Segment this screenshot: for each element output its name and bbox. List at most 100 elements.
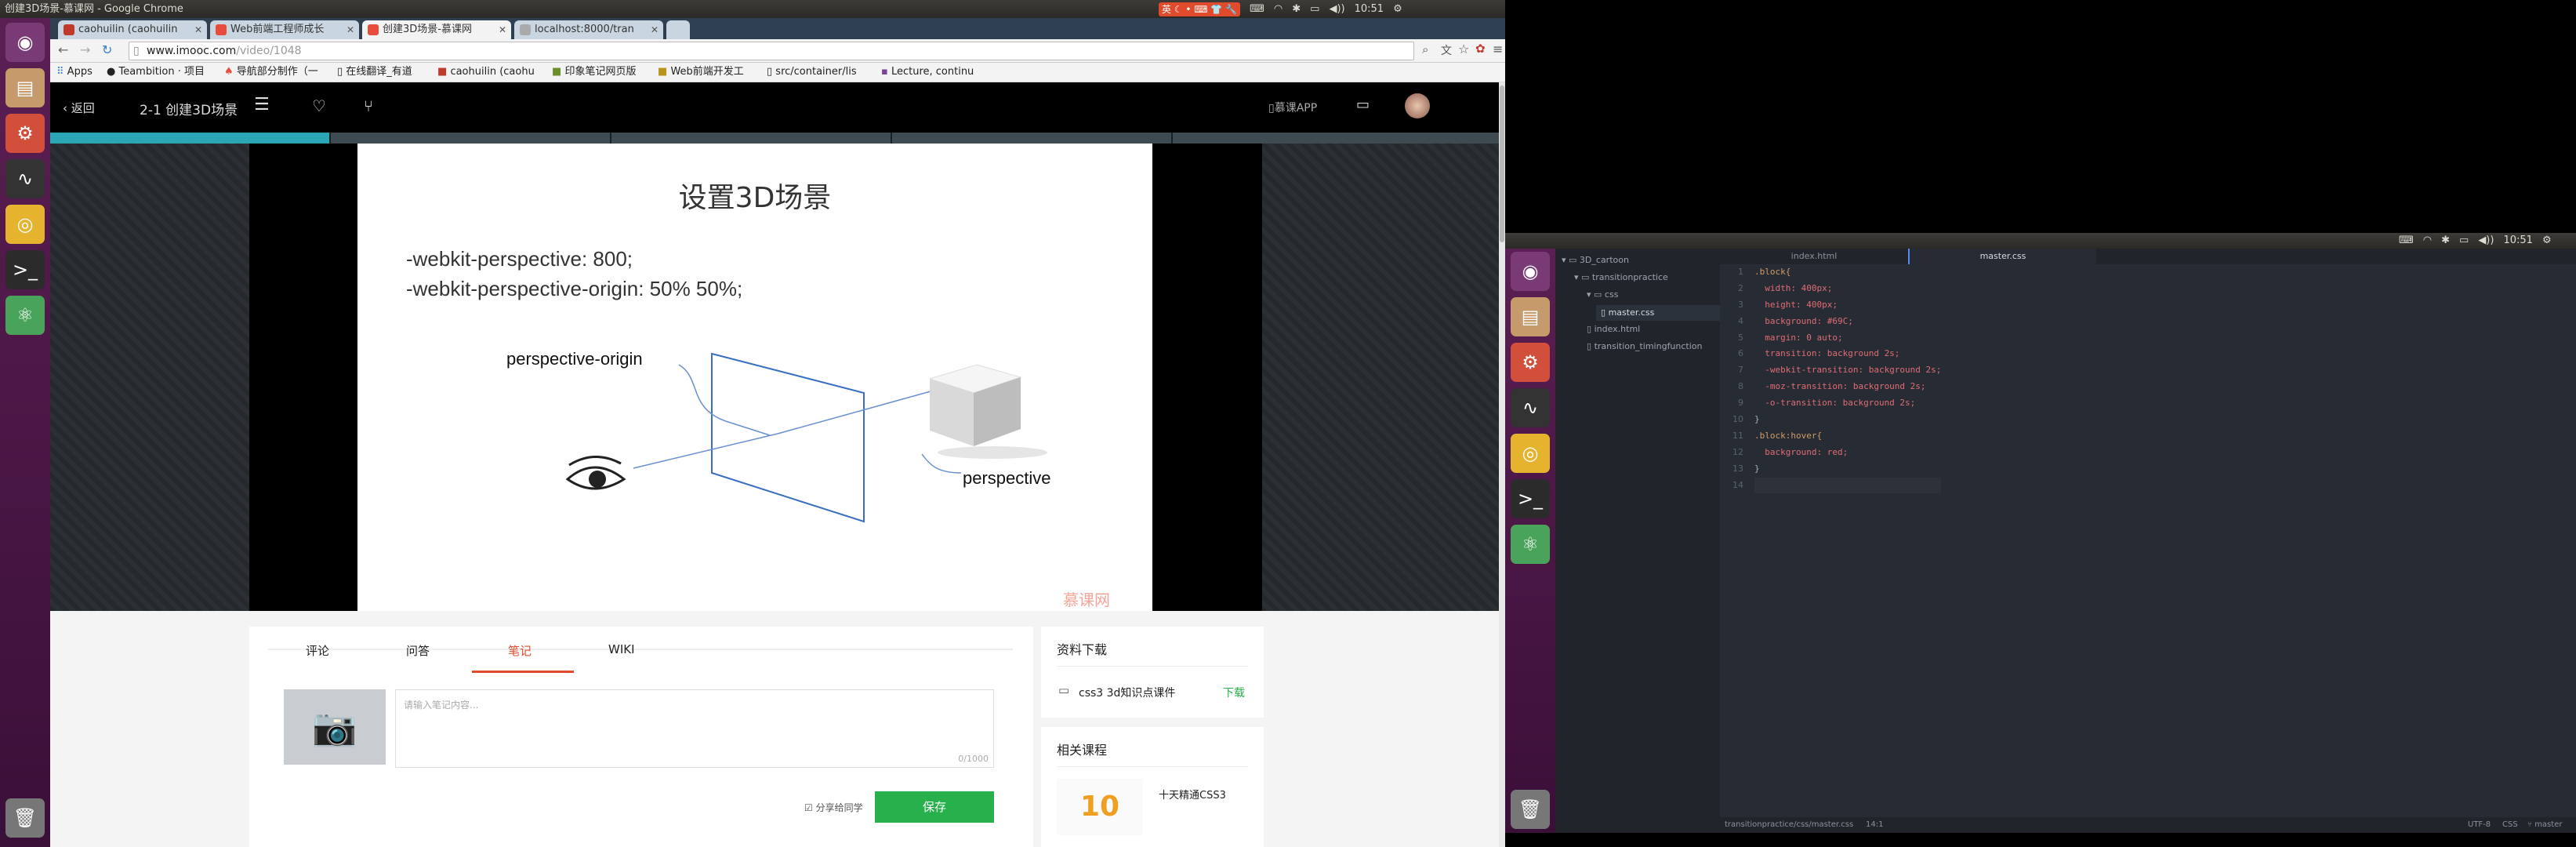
files-icon[interactable]: ▤: [1511, 297, 1550, 336]
editor-tab-master[interactable]: master.css: [1908, 249, 2096, 264]
progress-segment[interactable]: [1173, 133, 1505, 144]
files-icon[interactable]: ▤: [5, 68, 45, 107]
close-icon[interactable]: ✕: [194, 20, 202, 39]
avatar[interactable]: [1405, 93, 1430, 118]
bookmark-apps[interactable]: ⠿ Apps: [56, 63, 93, 82]
tree-file-timing[interactable]: ▯ transition_timingfunction: [1587, 341, 1720, 351]
volume-icon[interactable]: ◀)): [1329, 0, 1344, 18]
trash-icon[interactable]: 🗑: [5, 798, 45, 838]
code-line[interactable]: transition: background 2s;: [1754, 346, 1941, 362]
chrome-icon[interactable]: ◎: [1511, 434, 1550, 473]
atom-icon[interactable]: ⚛: [1511, 525, 1550, 564]
code-area[interactable]: .block{ width: 400px; height: 400px; bac…: [1754, 264, 1942, 494]
progress-segment[interactable]: [611, 133, 892, 144]
code-line[interactable]: .block{: [1754, 264, 1941, 281]
progress-segment[interactable]: [50, 133, 331, 144]
slide[interactable]: 设置3D场景 -webkit-perspective: 800; -webkit…: [357, 144, 1152, 611]
editor-tab-index[interactable]: index.html: [1720, 249, 1908, 264]
code-line[interactable]: }: [1754, 412, 1941, 428]
tree-file-index[interactable]: ▯ index.html: [1587, 324, 1640, 334]
code-line[interactable]: margin: 0 auto;: [1754, 330, 1941, 347]
course-thumbnail[interactable]: 10: [1057, 779, 1143, 835]
code-line[interactable]: -moz-transition: background 2s;: [1754, 379, 1941, 395]
save-button[interactable]: 保存: [875, 791, 994, 823]
back-icon[interactable]: ←: [58, 42, 68, 57]
tab-wiki[interactable]: WIKI: [608, 642, 635, 656]
code-line[interactable]: background: red;: [1754, 445, 1941, 461]
url-field[interactable]: ▯ www.imooc.com/video/1048: [129, 42, 1414, 60]
bluetooth-icon[interactable]: ✱: [1292, 0, 1301, 18]
download-link[interactable]: 下载: [1223, 685, 1245, 700]
wifi-icon[interactable]: ◠: [1274, 0, 1283, 18]
trash-icon[interactable]: 🗑: [1511, 790, 1550, 829]
tree-file-master[interactable]: ▯ master.css: [1596, 305, 1720, 321]
atom-icon[interactable]: ⚛: [5, 296, 45, 335]
new-tab-button[interactable]: [666, 20, 690, 39]
code-line[interactable]: background: #69C;: [1754, 314, 1941, 330]
page-scrollbar[interactable]: [1499, 82, 1505, 847]
ime-icon[interactable]: 英 ☾ • ⌨ 👕 🔧: [1159, 2, 1241, 16]
reload-icon[interactable]: ↻: [102, 42, 112, 57]
progress-segment[interactable]: [331, 133, 611, 144]
chrome-icon[interactable]: ◎: [5, 205, 45, 244]
code-line[interactable]: }: [1754, 461, 1941, 478]
code-line[interactable]: height: 400px;: [1754, 297, 1941, 314]
battery-icon[interactable]: ▭: [2459, 233, 2469, 249]
tree-root[interactable]: ▾ ▭ 3D_cartoon: [1562, 255, 1629, 265]
app-link[interactable]: ▯慕课APP: [1268, 100, 1317, 115]
terminal-icon[interactable]: >_: [5, 250, 45, 289]
keyboard-icon[interactable]: ⌨: [1250, 0, 1264, 18]
gear-icon[interactable]: ⚙: [2542, 233, 2552, 249]
note-input[interactable]: 请输入笔记内容... 0/1000: [395, 689, 994, 768]
browser-tab-2[interactable]: Web前端工程师成长 ✕: [210, 20, 359, 39]
settings-icon[interactable]: ⚙: [5, 114, 45, 153]
close-icon[interactable]: ✕: [651, 20, 659, 39]
code-line[interactable]: [1754, 477, 1942, 494]
progress-segment[interactable]: [892, 133, 1173, 144]
bookmark-evernote[interactable]: ■ 印象笔记网页版: [552, 63, 662, 82]
code-line[interactable]: width: 400px;: [1754, 281, 1941, 297]
bluetooth-icon[interactable]: ✱: [2441, 233, 2450, 249]
keyboard-icon[interactable]: ⌨: [2399, 233, 2414, 249]
code-line[interactable]: -o-transition: background 2s;: [1754, 395, 1941, 412]
status-branch[interactable]: ⑂ master: [2527, 817, 2562, 833]
star-icon[interactable]: ☆: [1458, 42, 1469, 56]
browser-tab-1[interactable]: caohuilin (caohuilin ✕: [58, 20, 207, 39]
status-position[interactable]: 14:1: [1866, 817, 1883, 833]
translate-icon[interactable]: 文: [1441, 42, 1452, 58]
system-monitor-icon[interactable]: ∿: [5, 159, 45, 198]
bookmark-lecture[interactable]: ▪ Lecture, continu: [881, 63, 991, 82]
forward-icon[interactable]: →: [80, 42, 90, 57]
volume-icon[interactable]: ◀)): [2478, 233, 2494, 249]
wifi-icon[interactable]: ◠: [2423, 233, 2432, 249]
extension-icon[interactable]: ✿: [1475, 42, 1486, 56]
tab-qa[interactable]: 问答: [406, 642, 430, 659]
browser-tab-3[interactable]: 创建3D场景-慕课网 ✕: [362, 20, 511, 39]
settings-icon[interactable]: ⚙: [1511, 343, 1550, 382]
tab-notes[interactable]: 笔记: [508, 642, 532, 659]
system-monitor-icon[interactable]: ∿: [1511, 388, 1550, 427]
search-icon[interactable]: ⌕: [1422, 42, 1428, 56]
terminal-icon[interactable]: >_: [1511, 479, 1550, 518]
status-language[interactable]: CSS: [2502, 817, 2518, 833]
scroll-thumb[interactable]: [1500, 85, 1504, 242]
clock[interactable]: 10:51: [1355, 0, 1384, 18]
bookmark-web[interactable]: ■ Web前端开发工: [658, 63, 767, 82]
resource-file[interactable]: css3 3d知识点课件: [1079, 685, 1175, 700]
close-icon[interactable]: ✕: [346, 20, 354, 39]
status-path[interactable]: transitionpractice/css/master.css: [1725, 817, 1853, 833]
clock[interactable]: 10:51: [2503, 233, 2532, 249]
code-line[interactable]: -webkit-transition: background 2s;: [1754, 362, 1941, 379]
related-course[interactable]: 十天精通CSS3: [1159, 787, 1226, 802]
bookmark-github[interactable]: ■ caohuilin (caohu: [437, 63, 544, 82]
code-line[interactable]: .block:hover{: [1754, 428, 1941, 445]
status-encoding[interactable]: UTF-8: [2468, 817, 2491, 833]
close-icon[interactable]: ✕: [499, 20, 506, 39]
heart-icon[interactable]: ♡: [312, 96, 326, 115]
tree-folder-css[interactable]: ▾ ▭ css: [1587, 289, 1618, 300]
message-icon[interactable]: ▭: [1356, 96, 1370, 113]
gear-icon[interactable]: ⚙: [1393, 0, 1402, 18]
dash-icon[interactable]: ◉: [5, 23, 45, 62]
back-link[interactable]: ‹ 返回: [63, 100, 95, 116]
chapter-progress[interactable]: [50, 133, 1505, 144]
